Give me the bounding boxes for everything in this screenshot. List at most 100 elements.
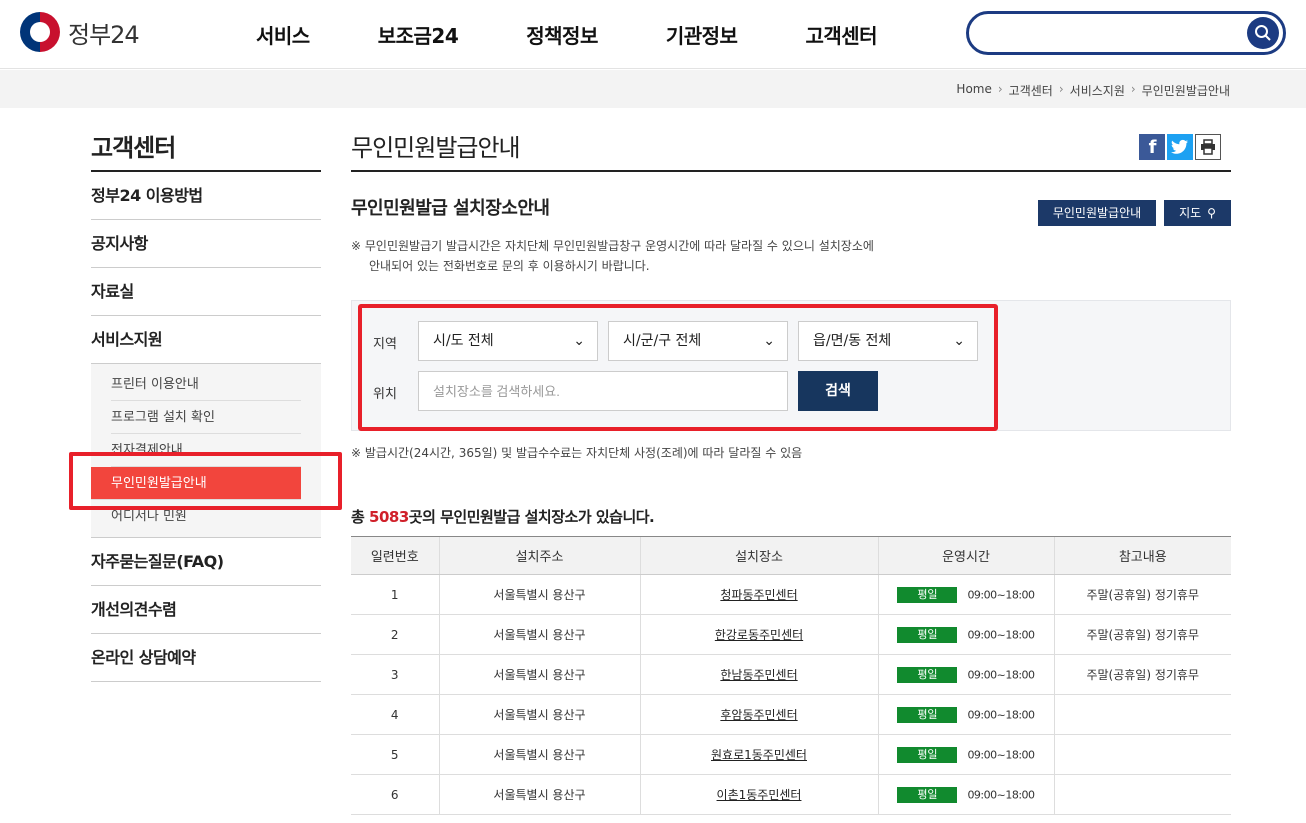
hours-text: 09:00~18:00	[967, 588, 1035, 601]
sido-select[interactable]: 시/도 전체 ⌄	[418, 321, 598, 361]
place-link[interactable]: 후암동주민센터	[720, 708, 797, 722]
nav-service[interactable]: 서비스	[256, 20, 310, 49]
cell-no: 6	[351, 774, 439, 815]
main-content: 무인민원발급안내 f 무인민원발급 설치장소안내 무인민원발급안내 지도 ⚲ ※…	[351, 128, 1231, 815]
cell-hours: 평일 09:00~18:00	[877, 734, 1054, 775]
cell-no: 2	[351, 614, 439, 655]
location-label: 위치	[373, 387, 397, 402]
taegeuk-emblem-icon	[20, 12, 60, 52]
eupmyeondong-select[interactable]: 읍/면/동 전체 ⌄	[798, 321, 978, 361]
cell-hours: 평일 09:00~18:00	[877, 614, 1054, 655]
place-link[interactable]: 한남동주민센터	[720, 668, 797, 682]
kiosk-info-button[interactable]: 무인민원발급안내	[1038, 200, 1156, 226]
place-link[interactable]: 청파동주민센터	[720, 588, 797, 602]
nav-policy-info[interactable]: 정책정보	[526, 20, 598, 49]
sidebar-sub-kiosk-active[interactable]: 무인민원발급안내	[91, 467, 301, 500]
table-row: 4 서울특별시 용산구 후암동주민센터 평일 09:00~18:00	[351, 694, 1231, 735]
cell-note: 주말(공휴일) 정기휴무	[1053, 614, 1231, 655]
weekday-badge: 평일	[897, 626, 958, 643]
sidebar-sub-program[interactable]: 프로그램 설치 확인	[111, 401, 301, 434]
cell-place: 청파동주민센터	[639, 574, 878, 615]
cell-place: 원효로1동주민센터	[639, 734, 878, 775]
notice-line-1: ※ 무인민원발급기 발급시간은 자치단체 무인민원발급창구 운영시간에 따라 달…	[351, 239, 874, 253]
breadcrumb-home[interactable]: Home	[956, 82, 991, 99]
sidebar-item-faq[interactable]: 자주묻는질문(FAQ)	[91, 538, 321, 586]
cell-address: 서울특별시 용산구	[438, 614, 640, 655]
hours-text: 09:00~18:00	[967, 788, 1035, 801]
print-icon[interactable]	[1195, 134, 1221, 160]
table-row: 2 서울특별시 용산구 한강로동주민센터 평일 09:00~18:00 주말(공휴일) 정…	[351, 614, 1231, 655]
cell-no: 3	[351, 654, 439, 695]
sidebar-item-service-support[interactable]: 서비스지원	[91, 316, 321, 364]
search-submit-button[interactable]: 검색	[798, 371, 878, 411]
sidebar-item-reservation[interactable]: 온라인 상담예약	[91, 634, 321, 682]
sidebar-sub-anywhere[interactable]: 어디서나 민원	[111, 500, 301, 533]
chevron-right-icon: ›	[997, 82, 1003, 96]
sidebar-item-notice[interactable]: 공지사항	[91, 220, 321, 268]
cell-no: 4	[351, 694, 439, 735]
twitter-bird-icon	[1171, 139, 1188, 154]
fee-notice: ※ 발급시간(24시간, 365일) 및 발급수수료는 자치단체 사정(조례)에…	[351, 446, 803, 460]
count-prefix: 총	[351, 508, 370, 526]
location-search-input[interactable]	[418, 371, 788, 411]
sidebar-sub-printer[interactable]: 프린터 이용안내	[111, 368, 301, 401]
weekday-badge: 평일	[897, 586, 958, 603]
breadcrumb-service-support[interactable]: 서비스지원	[1070, 82, 1125, 99]
page-title-text: 무인민원발급안내	[351, 134, 521, 162]
global-search	[966, 11, 1286, 55]
global-search-input[interactable]	[983, 20, 1233, 46]
map-pin-icon: ⚲	[1207, 206, 1216, 220]
place-link[interactable]: 원효로1동주민센터	[711, 748, 807, 762]
kiosk-table: 일련번호 설치주소 설치장소 운영시간 참고내용 1 서울특별시 용산구 청파동주민…	[351, 536, 1231, 815]
table-row: 1 서울특별시 용산구 청파동주민센터 평일 09:00~18:00 주말(공휴일) 정기…	[351, 574, 1231, 615]
th-address: 설치주소	[438, 536, 640, 575]
cell-note	[1053, 734, 1231, 775]
printer-icon	[1201, 139, 1215, 155]
site-header: 정부24 서비스 보조금24 정책정보 기관정보 고객센터	[0, 0, 1306, 69]
breadcrumb-current: 무인민원발급안내	[1141, 84, 1230, 98]
cell-place: 한남동주민센터	[639, 654, 878, 695]
breadcrumb-bar: Home › 고객센터 › 서비스지원 › 무인민원발급안내	[0, 70, 1306, 108]
notice-text: ※ 무인민원발급기 발급시간은 자치단체 무인민원발급창구 운영시간에 따라 달…	[351, 236, 874, 276]
main-nav: 서비스 보조금24 정책정보 기관정보 고객센터	[256, 20, 945, 49]
search-panel: 지역 시/도 전체 ⌄ 시/군/구 전체 ⌄ 읍/면/동 전체 ⌄ 위치 검색	[351, 300, 1231, 431]
breadcrumb: Home › 고객센터 › 서비스지원 › 무인민원발급안내	[950, 82, 1230, 99]
place-link[interactable]: 이촌1동주민센터	[717, 788, 802, 802]
cell-address: 서울특별시 용산구	[438, 654, 640, 695]
sigungu-select-value: 시/군/구 전체	[623, 333, 702, 349]
nav-agency-info[interactable]: 기관정보	[666, 20, 738, 49]
place-link[interactable]: 한강로동주민센터	[715, 628, 803, 642]
chevron-down-icon: ⌄	[763, 333, 775, 349]
map-button-label: 지도	[1179, 206, 1202, 220]
nav-customer-center[interactable]: 고객센터	[805, 20, 877, 49]
cell-hours: 평일 09:00~18:00	[877, 774, 1054, 815]
th-place: 설치장소	[639, 536, 878, 575]
cell-hours: 평일 09:00~18:00	[877, 574, 1054, 615]
sidebar-sub-payment[interactable]: 전자결제안내	[111, 434, 301, 467]
sidebar-item-feedback[interactable]: 개선의견수렴	[91, 586, 321, 634]
cell-address: 서울특별시 용산구	[438, 694, 640, 735]
count-suffix: 곳의 무인민원발급 설치장소가 있습니다.	[408, 508, 655, 526]
breadcrumb-customer-center[interactable]: 고객센터	[1009, 82, 1053, 99]
weekday-badge: 평일	[897, 786, 958, 803]
cell-place: 후암동주민센터	[639, 694, 878, 735]
twitter-icon[interactable]	[1167, 134, 1193, 160]
cell-hours: 평일 09:00~18:00	[877, 694, 1054, 735]
region-label: 지역	[373, 337, 397, 352]
sidebar: 고객센터 정부24 이용방법 공지사항 자료실 서비스지원 프린터 이용안내 프…	[91, 128, 321, 682]
table-row: 6 서울특별시 용산구 이촌1동주민센터 평일 09:00~18:00	[351, 774, 1231, 815]
global-search-button[interactable]	[1247, 17, 1279, 49]
eupmyeondong-select-value: 읍/면/동 전체	[813, 333, 892, 349]
cell-hours: 평일 09:00~18:00	[877, 654, 1054, 695]
result-count: 총 5083곳의 무인민원발급 설치장소가 있습니다.	[351, 506, 655, 527]
cell-no: 1	[351, 574, 439, 615]
sidebar-item-guide[interactable]: 정부24 이용방법	[91, 172, 321, 220]
facebook-icon[interactable]: f	[1139, 134, 1165, 160]
logo[interactable]: 정부24	[20, 12, 140, 52]
map-button[interactable]: 지도 ⚲	[1164, 200, 1231, 226]
hours-text: 09:00~18:00	[967, 748, 1035, 761]
sigungu-select[interactable]: 시/군/구 전체 ⌄	[608, 321, 788, 361]
nav-subsidy24[interactable]: 보조금24	[378, 20, 459, 49]
sidebar-item-archive[interactable]: 자료실	[91, 268, 321, 316]
th-hours: 운영시간	[877, 536, 1054, 575]
